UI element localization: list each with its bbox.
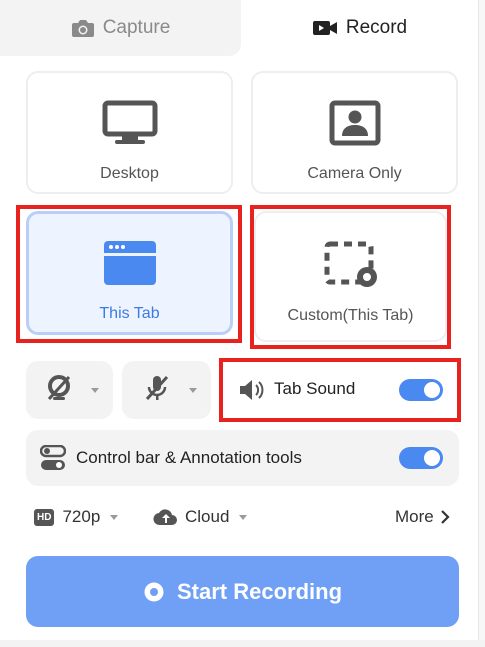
- monitor-icon: [102, 100, 158, 151]
- camera-select[interactable]: [26, 361, 113, 419]
- chevron-right-icon: [440, 509, 450, 525]
- tab-record-label: Record: [345, 17, 408, 38]
- camera-user-icon: [329, 100, 381, 151]
- toggle-knob: [424, 382, 440, 398]
- record-dot-icon: [143, 581, 165, 603]
- custom-area-icon: [323, 240, 379, 293]
- storage-select[interactable]: Cloud: [153, 507, 248, 527]
- control-bar-label: Control bar & Annotation tools: [76, 448, 302, 467]
- microphone-select[interactable]: [122, 361, 211, 419]
- resolution-select[interactable]: HD 720p: [34, 507, 119, 527]
- more-button[interactable]: More: [395, 507, 450, 527]
- tab-sound-toggle[interactable]: [399, 379, 443, 401]
- mode-custom[interactable]: Custom(This Tab): [254, 211, 447, 342]
- chevron-down-icon: [239, 514, 248, 520]
- window-bottom-edge: [0, 640, 485, 647]
- mode-desktop-label: Desktop: [100, 165, 159, 182]
- browser-tab-icon: [103, 240, 157, 291]
- cloud-upload-icon: [153, 508, 179, 526]
- control-bar-toggle[interactable]: [399, 447, 443, 469]
- video-camera-icon: [312, 19, 338, 37]
- recorder-panel: Capture Record Desktop Camera Only This …: [0, 0, 485, 647]
- control-bar-row: Control bar & Annotation tools: [26, 430, 459, 486]
- tab-capture-label: Capture: [102, 17, 171, 38]
- start-recording-label: Start Recording: [176, 578, 343, 604]
- mode-this-tab-label: This Tab: [99, 305, 160, 322]
- mode-desktop[interactable]: Desktop: [26, 71, 233, 194]
- resolution-label: 720p: [62, 507, 101, 526]
- camera-off-icon: [45, 374, 73, 407]
- storage-label: Cloud: [185, 507, 230, 526]
- speaker-icon: [238, 378, 266, 407]
- chevron-down-icon: [189, 387, 197, 393]
- hd-badge-icon: HD: [34, 508, 55, 526]
- control-bar-icon: [39, 444, 67, 476]
- more-label: More: [395, 507, 434, 526]
- toggle-knob: [424, 450, 440, 466]
- tab-sound-label: Tab Sound: [274, 379, 356, 398]
- chevron-down-icon: [110, 514, 119, 520]
- mode-camera-only[interactable]: Camera Only: [251, 71, 458, 194]
- tab-record[interactable]: Record: [241, 0, 478, 56]
- chevron-down-icon: [91, 387, 99, 393]
- start-recording-button[interactable]: Start Recording: [26, 556, 459, 627]
- microphone-off-icon: [143, 374, 171, 407]
- camera-icon: [71, 18, 95, 38]
- mode-camera-only-label: Camera Only: [307, 165, 402, 182]
- mode-custom-label: Custom(This Tab): [287, 307, 414, 324]
- mode-this-tab[interactable]: This Tab: [26, 211, 233, 335]
- tab-capture[interactable]: Capture: [0, 0, 241, 56]
- window-edge: [478, 0, 485, 647]
